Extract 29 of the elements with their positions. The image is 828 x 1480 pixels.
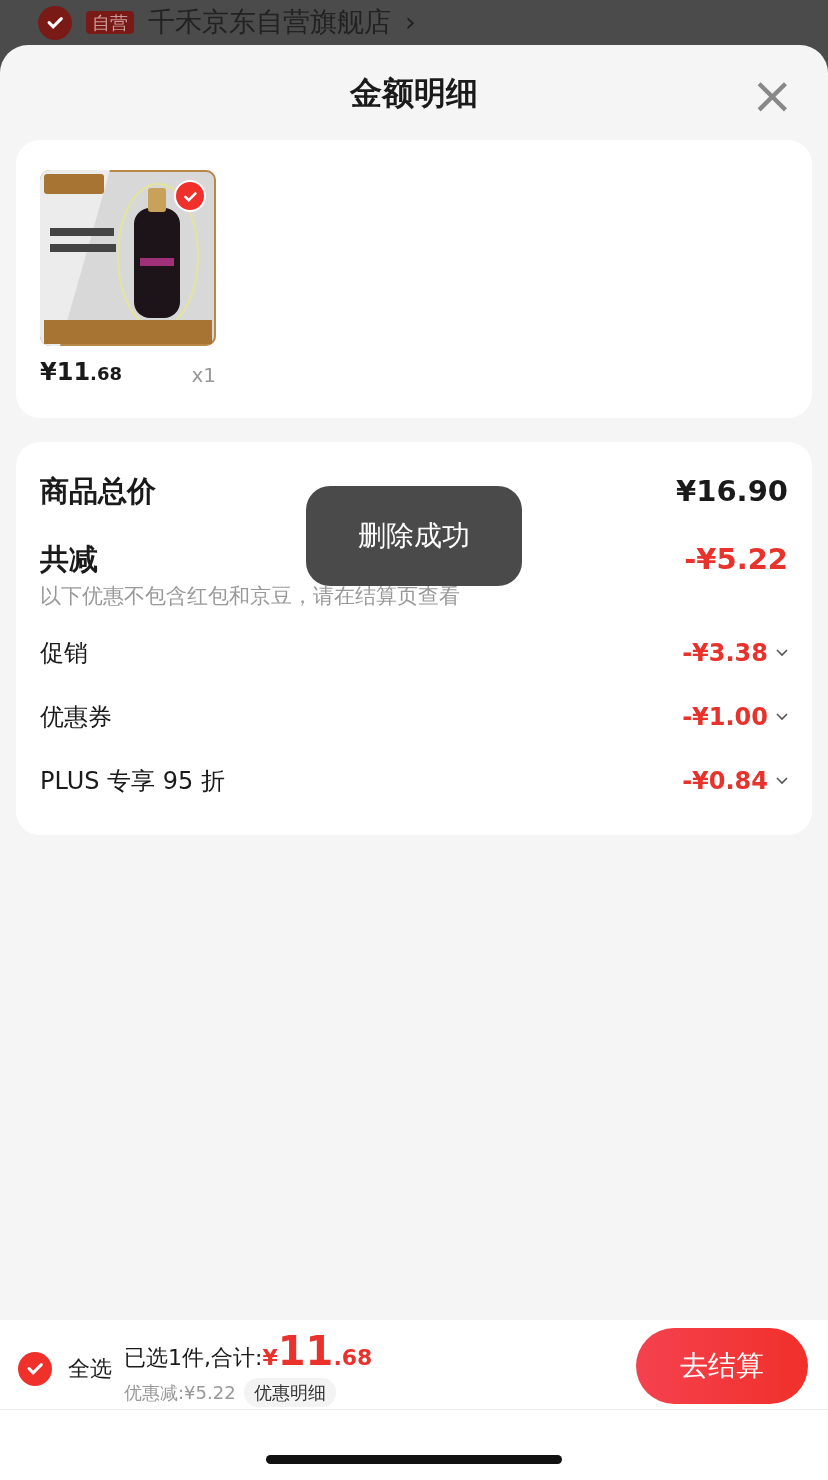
caret-icon[interactable] — [776, 776, 788, 785]
caret-icon[interactable] — [776, 648, 788, 657]
sheet-title: 金额明细 — [350, 72, 478, 114]
quantity: x1 — [191, 362, 216, 389]
discount-label: 优惠券 — [40, 701, 112, 733]
product-price: ¥11.68 — [40, 357, 122, 388]
reduction-amount: -¥5.22 — [684, 540, 788, 578]
select-all-checkbox[interactable] — [18, 1351, 52, 1386]
total-amount: ¥11.68 — [262, 1330, 373, 1374]
chevron-icon: › — [405, 6, 416, 39]
reduction-label: 共减 — [40, 540, 98, 578]
select-all-label[interactable]: 全选 — [68, 1352, 112, 1385]
discount-summary: 优惠减:¥5.22 — [124, 1380, 236, 1405]
total-price: ¥16.90 — [676, 473, 788, 510]
discount-label: 促销 — [40, 637, 88, 669]
discount-label: PLUS 专享 95 折 — [40, 765, 225, 797]
discount-amount: -¥1.00 — [682, 701, 768, 733]
discount-amount: -¥3.38 — [682, 637, 768, 669]
caret-icon[interactable] — [776, 712, 788, 721]
discount-amount: -¥0.84 — [682, 765, 768, 797]
discount-note: 以下优惠不包含红包和京豆，请在结算页查看 — [40, 583, 461, 610]
checkout-button[interactable]: 去结算 — [636, 1328, 808, 1404]
discount-detail-button[interactable]: 优惠明细 — [243, 1377, 336, 1407]
selected-summary: 已选1件,合计: — [124, 1343, 263, 1372]
total-label: 商品总价 — [40, 473, 156, 510]
toast-message: 删除成功 — [306, 486, 522, 586]
self-operated-badge: 自营 — [86, 10, 134, 35]
close-button[interactable]: × — [746, 69, 798, 121]
store-checkbox[interactable] — [38, 5, 72, 40]
